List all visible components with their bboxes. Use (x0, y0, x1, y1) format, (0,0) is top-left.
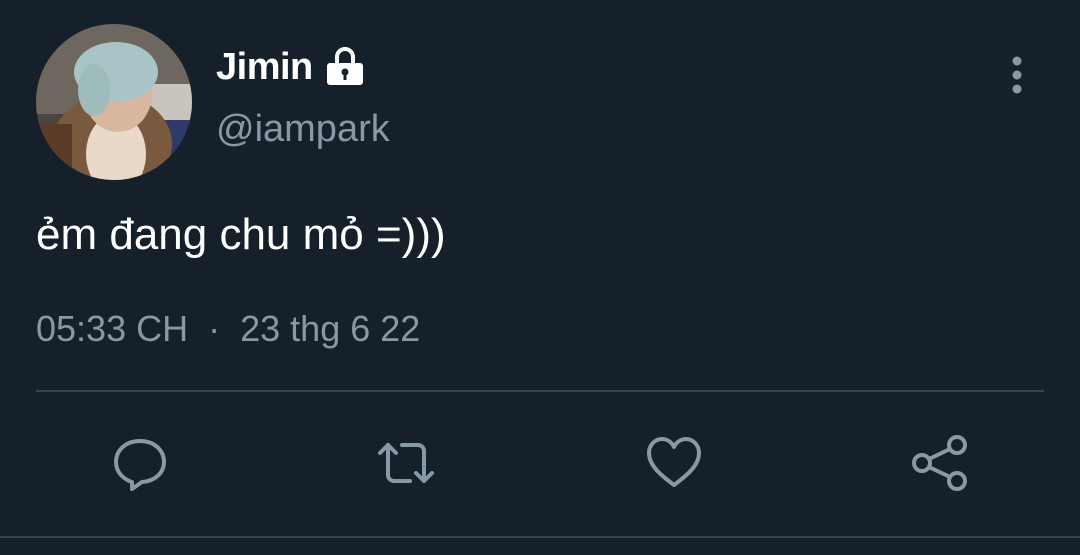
display-name-row: Jimin (216, 42, 367, 92)
bottom-divider (0, 536, 1080, 538)
like-button[interactable] (642, 432, 706, 494)
avatar[interactable] (36, 24, 192, 180)
user-handle[interactable]: @iampark (216, 108, 390, 151)
lock-icon (323, 45, 367, 89)
comment-icon (114, 439, 166, 491)
display-name[interactable]: Jimin (216, 46, 313, 89)
timestamp-separator: · (208, 308, 221, 349)
more-options-button[interactable] (996, 52, 1038, 98)
heart-icon (647, 437, 701, 487)
profile-photo-icon (36, 24, 192, 180)
tweet-detail: Jimin @iampark ẻm đang chu mỏ =))) 05:33… (0, 0, 1080, 555)
tweet-date: 23 thg 6 22 (240, 308, 421, 349)
share-icon (912, 435, 967, 491)
divider (36, 390, 1044, 392)
tweet-text: ẻm đang chu mỏ =))) (36, 210, 446, 259)
more-vertical-icon (1012, 56, 1022, 94)
tweet-time: 05:33 CH (36, 308, 189, 349)
reply-button[interactable] (108, 432, 172, 494)
share-button[interactable] (908, 432, 972, 494)
retweet-button[interactable] (374, 432, 438, 494)
retweet-icon (378, 443, 434, 483)
timestamp-row[interactable]: 05:33 CH · 23 thg 6 22 (36, 308, 420, 350)
